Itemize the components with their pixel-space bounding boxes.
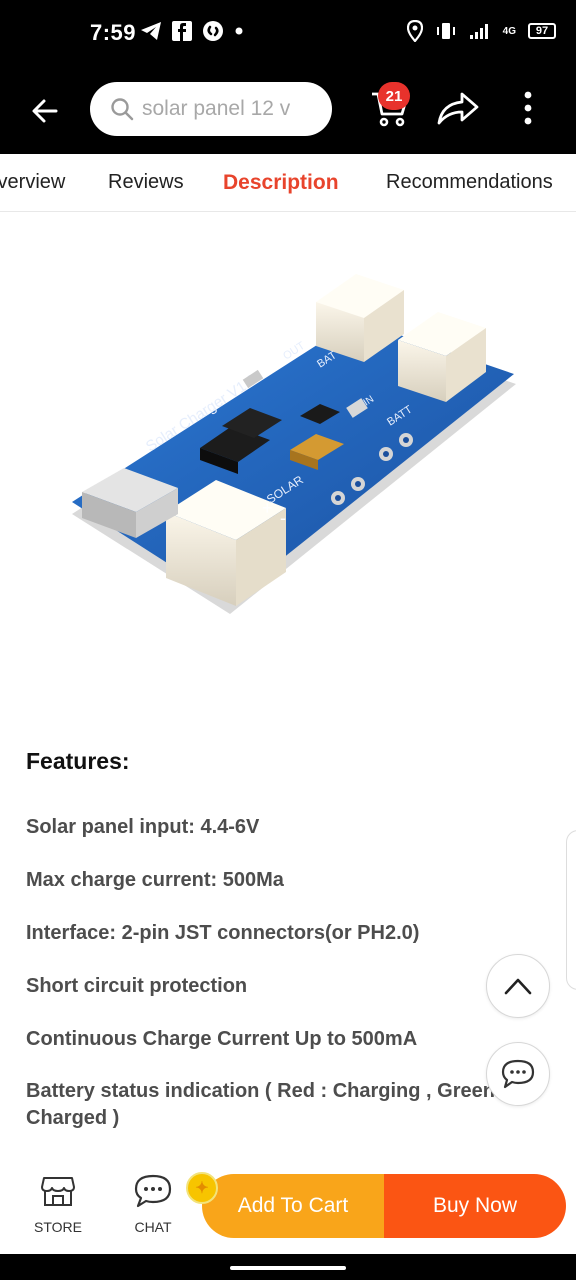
bottom-action-bar: STORE CHAT Add To Cart Buy Now ✦ <box>0 1160 576 1254</box>
tab-overview[interactable]: Overview <box>0 171 65 194</box>
chat-icon <box>134 1174 172 1208</box>
product-image: Solar Charger V1.0 OUT BAT BATT IN SOLAR… <box>0 212 576 732</box>
facebook-icon <box>172 21 192 41</box>
add-to-cart-button[interactable]: Add To Cart <box>202 1174 384 1238</box>
search-icon <box>111 98 134 121</box>
more-vertical-icon[interactable] <box>518 90 538 126</box>
chevron-up-icon <box>504 978 532 995</box>
coin-icon: ✦ <box>186 1172 218 1204</box>
arrow-left-icon[interactable] <box>30 96 60 126</box>
chat-bubble-icon <box>501 1059 535 1089</box>
tab-reviews[interactable]: Reviews <box>108 171 184 194</box>
status-left-icons <box>140 20 244 42</box>
chat-button[interactable]: CHAT <box>123 1174 183 1235</box>
solar-charger-board-image: Solar Charger V1.0 OUT BAT BATT IN SOLAR… <box>72 274 516 614</box>
silk-minus: - <box>280 508 286 528</box>
tab-recommendations[interactable]: Recommendations <box>386 171 553 194</box>
signal-icon <box>469 24 488 39</box>
status-bar: 7:59 4G 97 <box>0 0 576 66</box>
telegram-icon <box>141 22 161 40</box>
tab-description[interactable]: Description <box>223 171 339 195</box>
share-icon[interactable] <box>436 90 480 126</box>
feature-item: Short circuit protection <box>26 975 248 997</box>
tab-bar: Overview Reviews Description Recommendat… <box>0 154 576 212</box>
network-type: 4G <box>502 25 516 37</box>
feature-item: Charged ) <box>26 1107 120 1129</box>
buy-now-button[interactable]: Buy Now <box>384 1174 566 1238</box>
chat-label: CHAT <box>134 1219 172 1235</box>
feature-item: Interface: 2-pin JST connectors(or PH2.0… <box>26 922 420 944</box>
store-button[interactable]: STORE <box>28 1174 88 1235</box>
shazam-icon <box>203 21 223 41</box>
search-placeholder: solar panel 12 v <box>142 97 291 120</box>
side-drawer-handle[interactable] <box>566 830 576 990</box>
feature-item: Max charge current: 500Ma <box>26 869 284 891</box>
store-label: STORE <box>34 1219 82 1235</box>
status-right-icons: 4G 97 <box>406 20 556 42</box>
status-time: 7:59 <box>90 20 137 45</box>
search-input[interactable]: solar panel 12 v <box>90 82 332 136</box>
location-icon <box>406 20 423 42</box>
chat-float-button[interactable] <box>486 1042 550 1106</box>
store-icon <box>41 1177 75 1206</box>
feature-item: Continuous Charge Current Up to 500mA <box>26 1028 418 1050</box>
feature-item: Solar panel input: 4.4-6V <box>26 816 260 838</box>
system-nav-bar <box>0 1254 576 1280</box>
cart-badge: 21 <box>378 82 410 110</box>
features-section: Features: Solar panel input: 4.4-6V Max … <box>26 748 556 1129</box>
scroll-top-button[interactable] <box>486 954 550 1018</box>
dot-icon <box>235 27 243 35</box>
battery-indicator: 97 <box>528 23 556 39</box>
features-title: Features: <box>26 748 130 774</box>
vibrate-icon <box>436 23 455 39</box>
home-indicator[interactable] <box>230 1266 346 1270</box>
silk-plus: + <box>262 498 273 518</box>
app-bar: solar panel 12 v 21 <box>0 66 576 154</box>
feature-item: Battery status indication ( Red : Chargi… <box>26 1080 508 1102</box>
